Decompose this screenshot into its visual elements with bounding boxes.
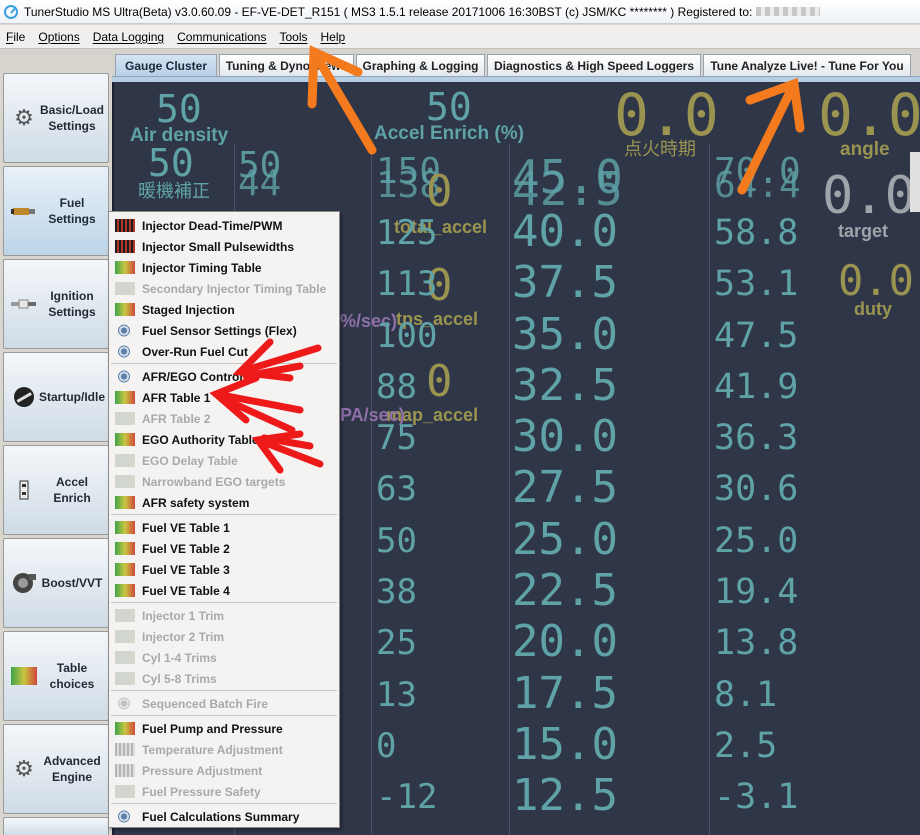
orange-arrow-tools [307,45,377,155]
red-arrow-afr-ego-control [232,338,322,382]
annotation-arrows [209,45,805,474]
red-arrow-afr-table-1 [209,374,304,434]
red-arrow-ego-authority-table [251,430,324,474]
orange-arrow-tune-analyze [737,77,805,195]
